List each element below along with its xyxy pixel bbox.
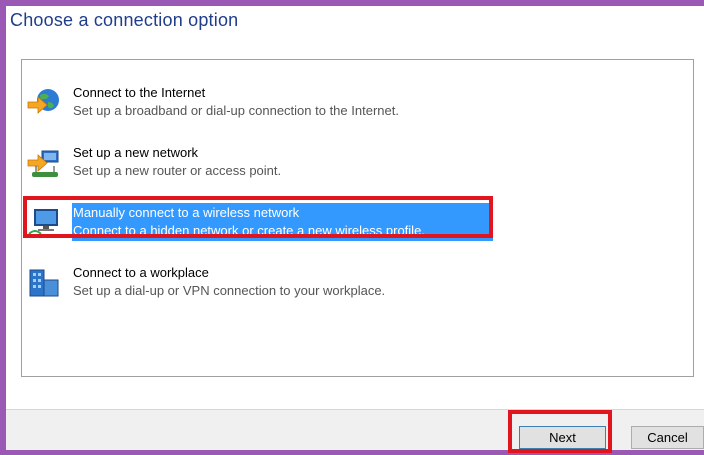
option-description: Set up a broadband or dial-up connection… [73,103,399,118]
option-title: Set up a new network [73,145,199,160]
connection-options-list: Connect to the Internet Set up a broadba… [21,59,694,377]
option-workplace[interactable]: Connect to a workplace Set up a dial-up … [22,262,542,306]
annotation-highlight-box [23,196,493,238]
option-description: Set up a new router or access point. [73,163,282,178]
option-description: Set up a dial-up or VPN connection to yo… [73,283,386,298]
workplace-building-icon [26,266,62,300]
option-title: Connect to the Internet [73,85,206,100]
globe-internet-icon [26,86,62,120]
option-title: Connect to a workplace [73,265,209,280]
option-new-network[interactable]: Set up a new network Set up a new router… [22,142,542,186]
dialog-title: Choose a connection option [10,10,239,30]
router-network-icon [26,146,62,180]
annotation-next-highlight [508,410,612,453]
option-connect-internet[interactable]: Connect to the Internet Set up a broadba… [22,82,542,126]
cancel-button[interactable]: Cancel [631,426,704,449]
